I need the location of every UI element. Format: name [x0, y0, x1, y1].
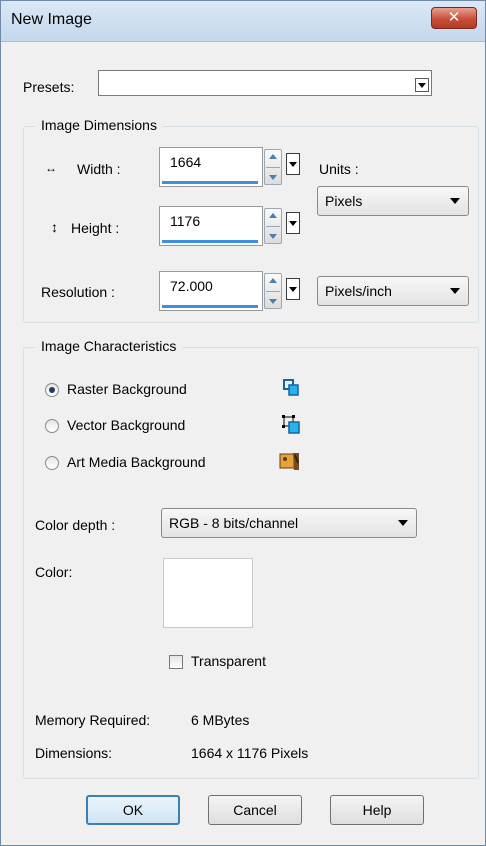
color-depth-value: RGB - 8 bits/channel: [169, 515, 299, 531]
height-slider-bar[interactable]: [162, 240, 258, 243]
height-spin-menu[interactable]: [286, 212, 300, 234]
color-depth-label: Color depth :: [35, 517, 116, 533]
close-icon: ✕: [447, 9, 461, 26]
resolution-label: Resolution :: [41, 284, 115, 300]
spin-down-icon[interactable]: [269, 175, 277, 180]
presets-combobox[interactable]: [98, 70, 432, 96]
units-select[interactable]: Pixels: [317, 186, 469, 216]
height-value: 1176: [170, 213, 201, 229]
presets-label: Presets:: [23, 79, 75, 95]
dimensions-value: 1664 x 1176 Pixels: [191, 745, 309, 761]
new-image-dialog: New Image ✕ Presets: Image Dimensions ↔ …: [0, 0, 486, 846]
vector-layer-icon: [282, 415, 300, 434]
color-swatch[interactable]: [163, 558, 253, 628]
dialog-title: New Image: [11, 11, 92, 28]
width-label: Width :: [77, 161, 121, 177]
image-characteristics-title: Image Characteristics: [35, 338, 183, 354]
raster-layer-icon: [283, 379, 299, 396]
art-media-background-label[interactable]: Art Media Background: [67, 454, 206, 470]
vector-background-label[interactable]: Vector Background: [67, 417, 185, 433]
transparent-checkbox[interactable]: [169, 655, 183, 669]
presets-dropdown-icon[interactable]: [415, 78, 429, 92]
title-bar[interactable]: New Image ✕: [1, 1, 485, 42]
memory-required-value: 6 MBytes: [191, 712, 250, 728]
chevron-down-icon: [450, 288, 460, 294]
memory-required-label: Memory Required:: [35, 712, 151, 728]
resolution-slider-bar[interactable]: [162, 305, 258, 308]
units-value: Pixels: [325, 193, 363, 209]
ok-button[interactable]: OK: [86, 795, 180, 825]
help-button[interactable]: Help: [330, 795, 424, 825]
vector-background-radio[interactable]: [45, 419, 59, 433]
height-arrows-icon: ↕: [51, 219, 58, 235]
close-button[interactable]: ✕: [431, 7, 477, 29]
chevron-down-icon: [450, 198, 460, 204]
art-media-background-radio[interactable]: [45, 456, 59, 470]
resolution-units-value: Pixels/inch: [325, 283, 392, 299]
resolution-spin-menu[interactable]: [286, 278, 300, 300]
spin-down-icon[interactable]: [269, 234, 277, 239]
width-spin-menu[interactable]: [286, 153, 300, 175]
width-spinner[interactable]: [264, 149, 282, 185]
spin-up-icon[interactable]: [269, 154, 277, 159]
art-media-icon: [279, 453, 299, 470]
resolution-value: 72.000: [170, 278, 213, 294]
width-slider-bar[interactable]: [162, 181, 258, 184]
transparent-label[interactable]: Transparent: [191, 653, 266, 669]
width-value: 1664: [170, 154, 202, 170]
width-arrows-icon: ↔: [45, 161, 57, 175]
height-input[interactable]: 1176: [159, 206, 263, 246]
units-label: Units :: [319, 161, 359, 177]
raster-background-radio[interactable]: [45, 383, 59, 397]
color-label: Color:: [35, 564, 73, 580]
width-input[interactable]: 1664: [159, 147, 263, 187]
resolution-spinner[interactable]: [264, 273, 282, 309]
chevron-down-icon: [398, 520, 408, 526]
resolution-input[interactable]: 72.000: [159, 271, 263, 311]
spin-up-icon[interactable]: [269, 213, 277, 218]
color-depth-select[interactable]: RGB - 8 bits/channel: [161, 508, 417, 538]
spin-down-icon[interactable]: [269, 299, 277, 304]
height-spinner[interactable]: [264, 208, 282, 244]
image-dimensions-title: Image Dimensions: [35, 117, 163, 133]
dimensions-label: Dimensions:: [35, 745, 113, 761]
spin-up-icon[interactable]: [269, 278, 277, 283]
raster-background-label[interactable]: Raster Background: [67, 381, 187, 397]
resolution-units-select[interactable]: Pixels/inch: [317, 276, 469, 306]
cancel-button[interactable]: Cancel: [208, 795, 302, 825]
height-label: Height :: [71, 220, 120, 236]
